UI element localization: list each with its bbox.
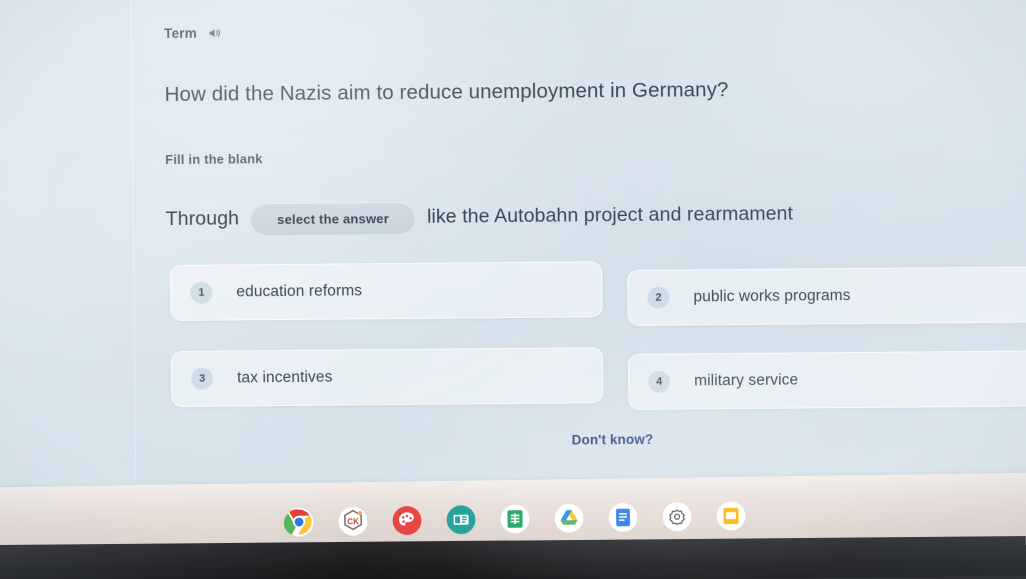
option-number-badge: 4 (648, 370, 671, 393)
chrome-icon[interactable] (282, 505, 316, 547)
question-text: How did the Nazis aim to reduce unemploy… (164, 78, 729, 107)
answer-option-3[interactable]: 3 tax incentives (170, 347, 604, 407)
option-number-badge: 3 (191, 367, 214, 390)
answer-option-4[interactable]: 4 military service (627, 350, 1026, 410)
quiz-content: Term How did the Nazis aim to reduce une… (0, 0, 1026, 504)
google-docs-icon[interactable] (606, 500, 640, 534)
term-label: Term (164, 25, 197, 42)
ck-hexagon-icon[interactable]: CK (336, 504, 370, 538)
photographed-screen: Term How did the Nazis aim to reduce une… (0, 0, 1026, 579)
option-label: tax incentives (237, 368, 333, 387)
option-number-badge: 2 (647, 286, 670, 309)
question-type-label: Fill in the blank (165, 151, 263, 168)
answer-blank-dropzone[interactable]: select the answer (250, 201, 416, 236)
google-drive-icon[interactable] (552, 501, 586, 535)
option-number-badge: 1 (190, 281, 213, 304)
google-sheets-icon[interactable] (498, 502, 532, 536)
sentence-suffix: like the Autobahn project and rearmament (426, 202, 794, 228)
term-header: Term (164, 25, 222, 42)
fill-in-sentence: Through select the answer like the Autob… (165, 198, 794, 236)
option-label: public works programs (693, 287, 851, 306)
news-app-icon[interactable] (444, 503, 478, 537)
option-label: education reforms (236, 282, 363, 301)
google-slides-icon[interactable] (714, 499, 748, 533)
art-palette-icon[interactable] (390, 503, 424, 537)
option-label: military service (694, 371, 799, 390)
sentence-prefix: Through (165, 206, 240, 230)
svg-text:CK: CK (347, 517, 359, 526)
speaker-icon[interactable] (207, 26, 222, 41)
settings-gear-icon[interactable] (660, 500, 694, 534)
answer-option-1[interactable]: 1 education reforms (170, 261, 603, 321)
dont-know-button[interactable]: Don't know? (572, 432, 654, 448)
answer-option-2[interactable]: 2 public works programs (627, 266, 1026, 327)
